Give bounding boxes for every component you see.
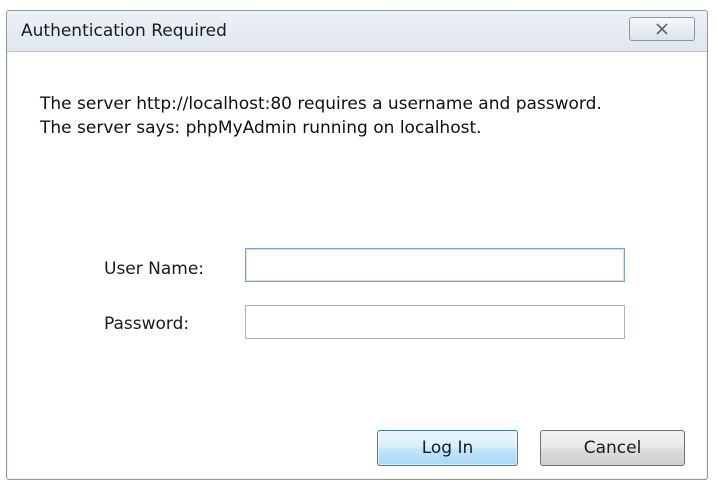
auth-message: The server http://localhost:80 requires …	[40, 94, 602, 138]
login-button[interactable]: Log In	[377, 430, 518, 466]
password-input[interactable]	[245, 305, 625, 339]
close-icon	[656, 23, 668, 35]
close-button[interactable]	[629, 17, 695, 41]
title-bar[interactable]: Authentication Required	[7, 11, 707, 52]
username-label: User Name:	[104, 259, 205, 279]
cancel-button[interactable]: Cancel	[540, 430, 685, 466]
username-input[interactable]	[245, 248, 625, 282]
dialog-title: Authentication Required	[21, 21, 227, 41]
dialog-body: The server http://localhost:80 requires …	[8, 52, 706, 478]
auth-dialog: Authentication Required The server http:…	[6, 10, 708, 480]
password-label: Password:	[104, 314, 190, 334]
